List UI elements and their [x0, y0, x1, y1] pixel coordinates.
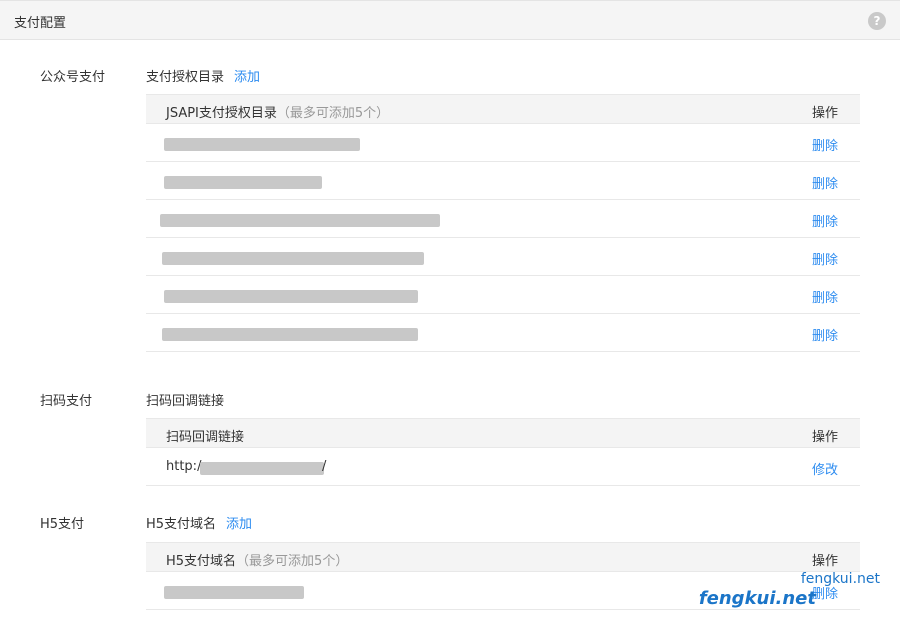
col-header-main: H5支付域名（最多可添加5个）	[166, 550, 348, 569]
redacted-value	[164, 290, 418, 303]
table-row: 删除	[146, 200, 860, 238]
page-header: 支付配置 ?	[0, 0, 900, 40]
delete-link[interactable]: 删除	[812, 135, 838, 154]
redacted-value	[164, 176, 322, 189]
redacted-value	[200, 462, 324, 475]
subtitle-text: 支付授权目录	[146, 70, 225, 85]
redacted-value	[164, 138, 360, 151]
subtitle-text: H5支付域名	[146, 517, 217, 532]
scan-callback-table: 扫码回调链接 操作 http:/ / 修改	[146, 418, 860, 486]
watermark-text: fengkui.net	[800, 571, 880, 587]
jsapi-dir-table: JSAPI支付授权目录（最多可添加5个） 操作 删除 删除 删除 删除 删除 删…	[146, 94, 860, 352]
col-header-main: 扫码回调链接	[166, 430, 245, 445]
section-label-mp-pay: 公众号支付	[40, 70, 106, 85]
col-header-main: JSAPI支付授权目录（最多可添加5个）	[166, 102, 389, 121]
col-header-op: 操作	[811, 106, 838, 121]
delete-link[interactable]: 删除	[812, 211, 838, 230]
table-header: JSAPI支付授权目录（最多可添加5个） 操作	[146, 94, 860, 124]
subtitle-scan-callback: 扫码回调链接	[146, 394, 225, 409]
delete-link[interactable]: 删除	[812, 173, 838, 192]
delete-link[interactable]: 删除	[812, 325, 838, 344]
edit-link[interactable]: 修改	[812, 459, 838, 478]
redacted-value	[162, 328, 418, 341]
section-label-scan-pay: 扫码支付	[40, 394, 93, 409]
page-title: 支付配置	[14, 16, 67, 31]
redacted-value	[160, 214, 440, 227]
table-row: 删除	[146, 276, 860, 314]
watermark-logo: fengkui.net	[698, 588, 816, 609]
table-row: http:/ / 修改	[146, 448, 860, 486]
section-label-h5-pay: H5支付	[40, 517, 85, 532]
col-header-op: 操作	[811, 430, 838, 445]
table-row: 删除	[146, 124, 860, 162]
subtitle-h5-domain: H5支付域名 添加	[146, 513, 252, 532]
delete-link[interactable]: 删除	[812, 287, 838, 306]
delete-link[interactable]: 删除	[812, 249, 838, 268]
redacted-value	[162, 252, 424, 265]
table-row: 删除	[146, 314, 860, 352]
add-h5-domain-link[interactable]: 添加	[226, 517, 252, 532]
subtitle-pay-auth-dir: 支付授权目录 添加	[146, 66, 260, 85]
table-header: H5支付域名（最多可添加5个） 操作	[146, 542, 860, 572]
col-header-op: 操作	[811, 554, 838, 569]
table-row: 删除	[146, 162, 860, 200]
help-icon[interactable]: ?	[868, 12, 886, 30]
table-row: 删除	[146, 238, 860, 276]
col-header-main-text: JSAPI支付授权目录	[166, 106, 277, 121]
callback-url-prefix: http:/	[166, 459, 202, 474]
col-header-hint: （最多可添加5个）	[236, 554, 349, 569]
callback-url-suffix: /	[322, 459, 327, 474]
redacted-value	[164, 586, 304, 599]
add-auth-dir-link[interactable]: 添加	[234, 70, 260, 85]
col-header-hint: （最多可添加5个）	[276, 106, 390, 121]
table-header: 扫码回调链接 操作	[146, 418, 860, 448]
col-header-main-text: H5支付域名	[166, 554, 237, 569]
